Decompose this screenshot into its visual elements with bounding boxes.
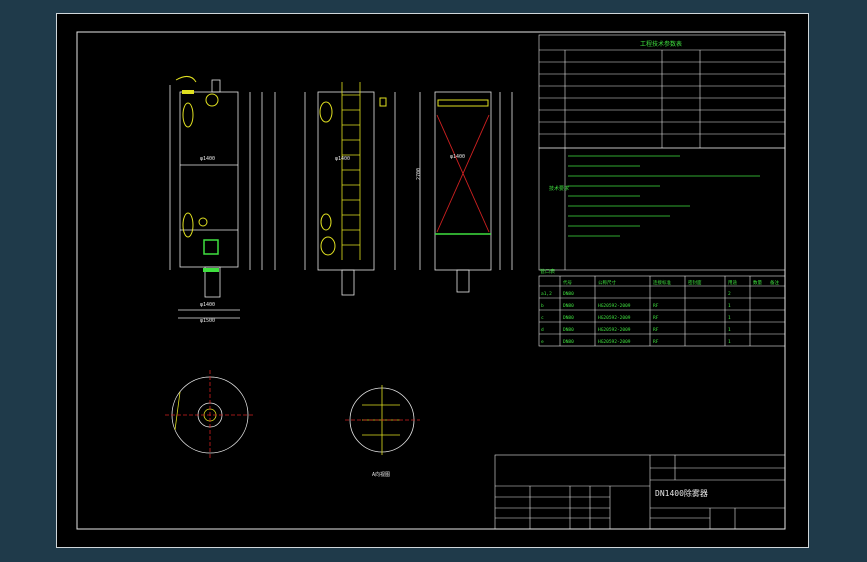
side-elevation-details bbox=[319, 97, 387, 256]
drawing-title: DN1400除雾器 bbox=[655, 488, 708, 498]
nozzle-row-size: DN80 bbox=[563, 315, 574, 321]
title-block bbox=[494, 454, 786, 530]
nozzle-row-std: HG20592-2009 bbox=[598, 315, 631, 321]
nozzle-row-face: RF bbox=[653, 315, 659, 321]
demister-cross bbox=[436, 114, 490, 233]
nozzle-row-size: DN80 bbox=[563, 291, 574, 297]
nozzle-row-std: HG20592-2009 bbox=[598, 327, 631, 333]
nozzle-header-std: 连接标准 bbox=[653, 279, 671, 286]
nozzle-row-id: d bbox=[541, 327, 544, 333]
nozzle-row-face: RF bbox=[653, 339, 659, 345]
nozzle-section-label: 管口表 bbox=[540, 268, 555, 275]
nozzle-row-qty: 1 bbox=[728, 303, 731, 309]
tech-param-table bbox=[538, 34, 786, 149]
nozzle-table-header: 代号 公称尺寸 连接标准 密封面 用途 数量 备注 bbox=[563, 279, 779, 286]
nozzle-row-qty: 1 bbox=[728, 315, 731, 321]
plan-view-b bbox=[345, 385, 420, 455]
nozzle-row-size: DN80 bbox=[563, 339, 574, 345]
section-height-label: 2700 bbox=[416, 168, 422, 180]
nozzle-row-size: DN80 bbox=[563, 327, 574, 333]
nozzle-table bbox=[538, 275, 786, 347]
nozzle-rows: a1,2 DN80 2 b DN80 HG20592-2009 RF 1 c D… bbox=[541, 291, 731, 345]
nozzle-row-std: HG20592-2009 bbox=[598, 303, 631, 309]
inner-frame bbox=[76, 31, 786, 530]
nozzle-row-qty: 2 bbox=[728, 291, 731, 297]
front-base-2-label: φ1500 bbox=[200, 318, 215, 324]
nozzle-header-note: 备注 bbox=[770, 279, 779, 286]
section-diameter-label: φ1400 bbox=[450, 154, 465, 160]
nozzle-row-face: RF bbox=[653, 327, 659, 333]
plan-view-a bbox=[165, 370, 255, 460]
nozzle-row-face: RF bbox=[653, 303, 659, 309]
nozzle-row-id: a1,2 bbox=[541, 291, 552, 297]
nozzle-header-size: 公称尺寸 bbox=[598, 279, 616, 286]
ladder bbox=[341, 82, 361, 260]
nozzle-row-id: b bbox=[541, 303, 544, 309]
nozzle-header-id: 代号 bbox=[563, 279, 572, 286]
front-base-1-label: φ1400 bbox=[200, 302, 215, 308]
nozzle-row-size: DN80 bbox=[563, 303, 574, 309]
nozzle-row-std: HG20592-2009 bbox=[598, 339, 631, 345]
front-elevation-view bbox=[169, 79, 276, 319]
cad-drawing: φ1400 φ1400 φ1500 φ1400 φ1400 2700 A向视图 … bbox=[76, 31, 786, 530]
section-view bbox=[419, 91, 513, 293]
tech-requirement-lines bbox=[568, 155, 760, 237]
tech-section-label: 技术要求 bbox=[549, 185, 569, 192]
spray-header bbox=[437, 99, 489, 107]
nozzle-header-use: 用途 bbox=[728, 279, 737, 286]
side-elevation-view bbox=[304, 91, 396, 296]
tech-table-title: 工程技术参数表 bbox=[640, 40, 682, 48]
front-diameter-label: φ1400 bbox=[200, 156, 215, 162]
nozzle-row-qty: 1 bbox=[728, 327, 731, 333]
front-elevation-details bbox=[175, 76, 219, 272]
nozzle-row-qty: 1 bbox=[728, 339, 731, 345]
nozzle-header-qty: 数量 bbox=[753, 279, 762, 286]
nozzle-header-face: 密封面 bbox=[688, 279, 702, 286]
nozzle-row-id: e bbox=[541, 340, 544, 345]
nozzle-row-id: c bbox=[541, 316, 544, 321]
side-diameter-label: φ1400 bbox=[335, 156, 350, 162]
plan-view-label: A向视图 bbox=[372, 471, 390, 478]
